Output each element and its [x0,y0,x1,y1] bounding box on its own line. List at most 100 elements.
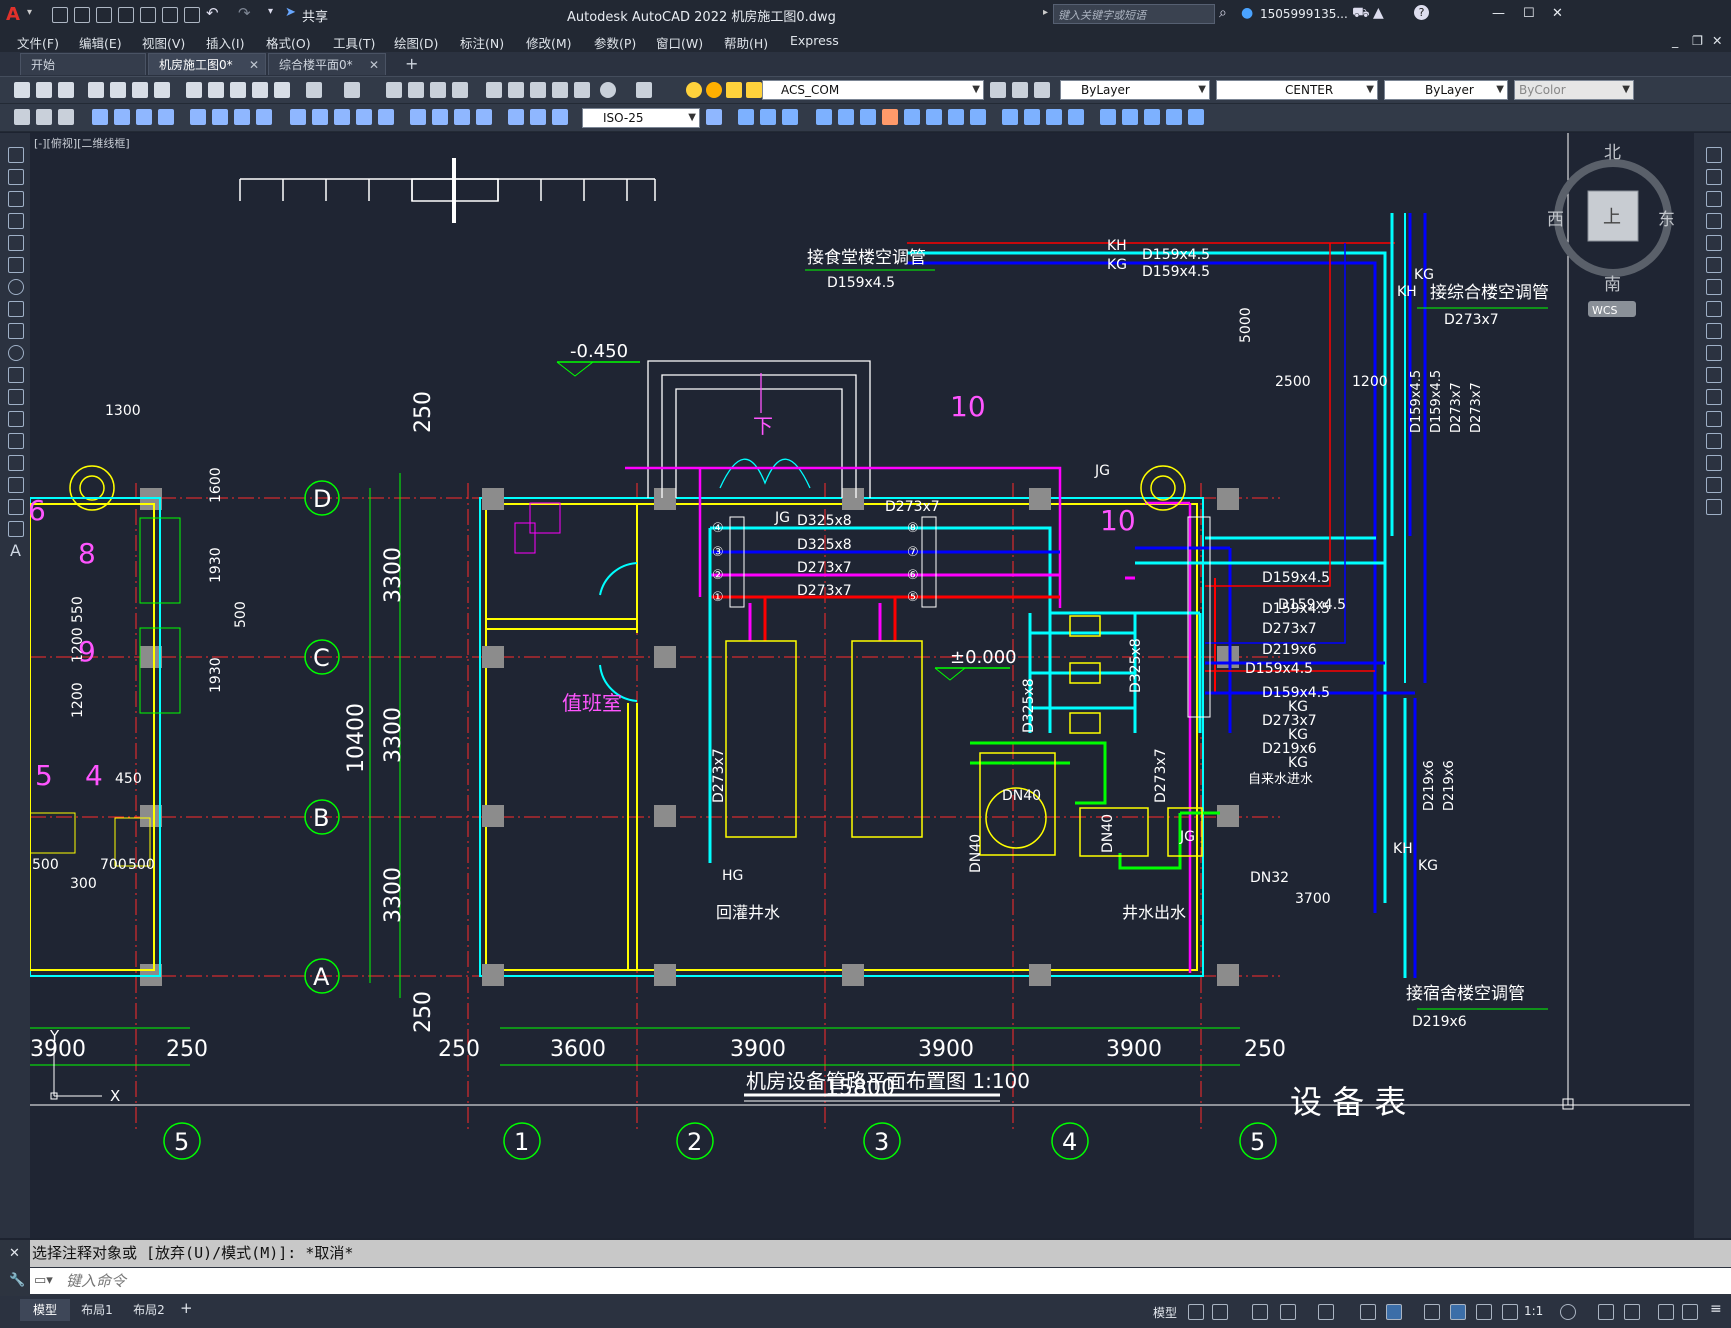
circle-icon[interactable] [8,279,24,295]
zoom-window-icon[interactable] [430,82,446,98]
redo-icon[interactable]: ↷ [238,4,251,22]
undo-icon[interactable] [306,82,322,98]
modify-icon[interactable] [1166,109,1182,125]
search-icon[interactable]: ⌕ [1219,5,1227,21]
dimstyle-dropdown[interactable]: ISO-25 ▼ [582,108,700,128]
annotation-scale-icon[interactable] [1502,1304,1518,1320]
add-layout-icon[interactable]: + [180,1299,193,1317]
new-icon[interactable] [52,7,68,23]
plotstyle-dropdown[interactable]: ByColor ▼ [1514,80,1634,100]
menu-modify[interactable]: 修改(M) [526,33,572,52]
quick-dim-icon[interactable] [290,109,306,125]
layer-dropdown[interactable]: ACS_COM ▼ [762,80,984,100]
space-dim-icon[interactable] [356,109,372,125]
modify-icon[interactable] [1100,109,1116,125]
ellipse-icon[interactable] [8,345,24,361]
drawing-area[interactable]: [-][俯视][二维线框] 下 -0.450 ±0.000 D C B A 1 … [30,133,1694,1238]
sun-icon[interactable] [706,82,722,98]
modify-icon[interactable] [1046,109,1062,125]
copy-icon[interactable] [1706,169,1722,185]
save-web-icon[interactable] [162,7,178,23]
region-icon[interactable] [8,499,24,515]
gradient-icon[interactable] [8,477,24,493]
chamfer-icon[interactable] [1706,433,1722,449]
polar-icon[interactable] [1280,1304,1296,1320]
grid-icon[interactable] [1188,1304,1204,1320]
properties-icon[interactable] [486,82,502,98]
match-layer-icon[interactable] [990,82,1006,98]
dim-text-edit-icon[interactable] [530,109,546,125]
toolbar-icon[interactable] [58,82,74,98]
toolbar-icon[interactable] [208,82,224,98]
modify-icon[interactable] [948,109,964,125]
layout-tab-2[interactable]: 布局2 [124,1299,174,1321]
layout-tab-1[interactable]: 布局1 [72,1299,122,1321]
workspace-gear-icon[interactable] [1560,1304,1576,1320]
mtext-icon[interactable]: A [10,541,21,560]
tolerance-icon[interactable] [410,109,426,125]
ellipse-arc-icon[interactable] [8,367,24,383]
save-as-icon[interactable] [118,7,134,23]
design-center-icon[interactable] [508,82,524,98]
layer-state-icon[interactable] [1034,82,1050,98]
tab-active-drawing[interactable]: 机房施工图0* ✕ [148,53,266,75]
toolbar-icon[interactable] [14,82,30,98]
redo-icon[interactable] [344,82,360,98]
stretch-icon[interactable] [1706,323,1722,339]
pan-icon[interactable] [386,82,402,98]
point-icon[interactable] [8,433,24,449]
toolbar-icon[interactable] [274,82,290,98]
modify-icon[interactable] [1144,109,1160,125]
viewcube-south[interactable]: 南 [1604,275,1621,295]
modify-icon[interactable] [904,109,920,125]
open-icon[interactable] [74,7,90,23]
menu-window[interactable]: 窗口(W) [656,33,703,52]
trim-icon[interactable] [1706,345,1722,361]
linear-dim-icon[interactable] [92,109,108,125]
modify-icon[interactable] [1068,109,1084,125]
model-space-button[interactable]: 模型 [1153,1304,1177,1321]
modify-icon[interactable] [782,109,798,125]
modify-icon[interactable] [1188,109,1204,125]
doc-restore-icon[interactable]: ❐ [1692,33,1703,48]
menu-parametric[interactable]: 参数(P) [594,33,636,52]
rectangle-icon[interactable] [8,235,24,251]
menu-tools[interactable]: 工具(T) [333,33,375,52]
break-dim-icon[interactable] [378,109,394,125]
modify-icon[interactable] [882,109,898,125]
modify-icon[interactable] [1024,109,1040,125]
modify-icon[interactable] [970,109,986,125]
toolbar-icon[interactable] [252,82,268,98]
toolbar-icon[interactable] [36,82,52,98]
color-dropdown[interactable]: ByLayer ▼ [1060,80,1210,100]
aligned-dim-icon[interactable] [114,109,130,125]
arc-dim-icon[interactable] [136,109,152,125]
linetype-dropdown[interactable]: CENTER ▼ [1216,80,1378,100]
layer-properties-icon[interactable] [636,82,652,98]
array-icon[interactable] [1706,235,1722,251]
hatch-icon[interactable] [8,455,24,471]
jogged-dim-icon[interactable] [212,109,228,125]
autodesk-icon[interactable]: ▲ [1373,5,1384,21]
layout-tab-model[interactable]: 模型 [20,1299,70,1321]
construction-line-icon[interactable] [8,169,24,185]
app-logo-icon[interactable]: A [6,4,24,25]
offset-icon[interactable] [1706,213,1722,229]
modify-icon[interactable] [760,109,776,125]
modify-icon[interactable] [1122,109,1138,125]
menu-view[interactable]: 视图(V) [142,33,185,52]
menu-express[interactable]: Express [790,33,839,48]
dim-edit-icon[interactable] [508,109,524,125]
user-name[interactable]: 1505999135... [1260,7,1348,21]
explode-icon[interactable] [1706,499,1722,515]
open-web-icon[interactable] [140,7,156,23]
share-icon[interactable]: ➤ [285,5,296,20]
modify-icon[interactable] [926,109,942,125]
search-box[interactable]: 键入关键字或短语 [1053,4,1215,24]
minimize-button[interactable]: — [1492,6,1505,21]
join-icon[interactable] [1706,411,1722,427]
modify-icon[interactable] [1002,109,1018,125]
polygon-icon[interactable] [8,213,24,229]
make-block-icon[interactable] [8,411,24,427]
revcloud-icon[interactable] [8,301,24,317]
